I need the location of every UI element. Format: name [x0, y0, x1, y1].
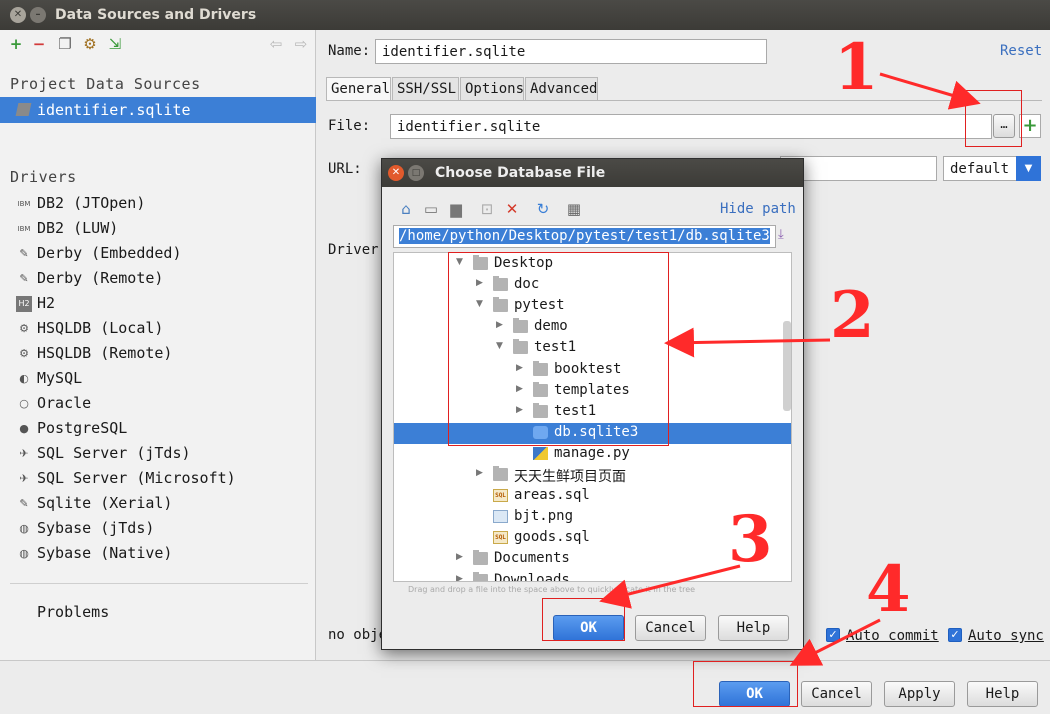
arrow-2: [664, 327, 831, 358]
annotation-3: 3: [728, 502, 773, 577]
arrow-3: [599, 564, 741, 609]
annotation-4: 4: [866, 552, 911, 627]
annotation-1: 1: [834, 30, 879, 105]
arrow-1: [879, 72, 981, 110]
annotation-2: 2: [830, 278, 875, 353]
